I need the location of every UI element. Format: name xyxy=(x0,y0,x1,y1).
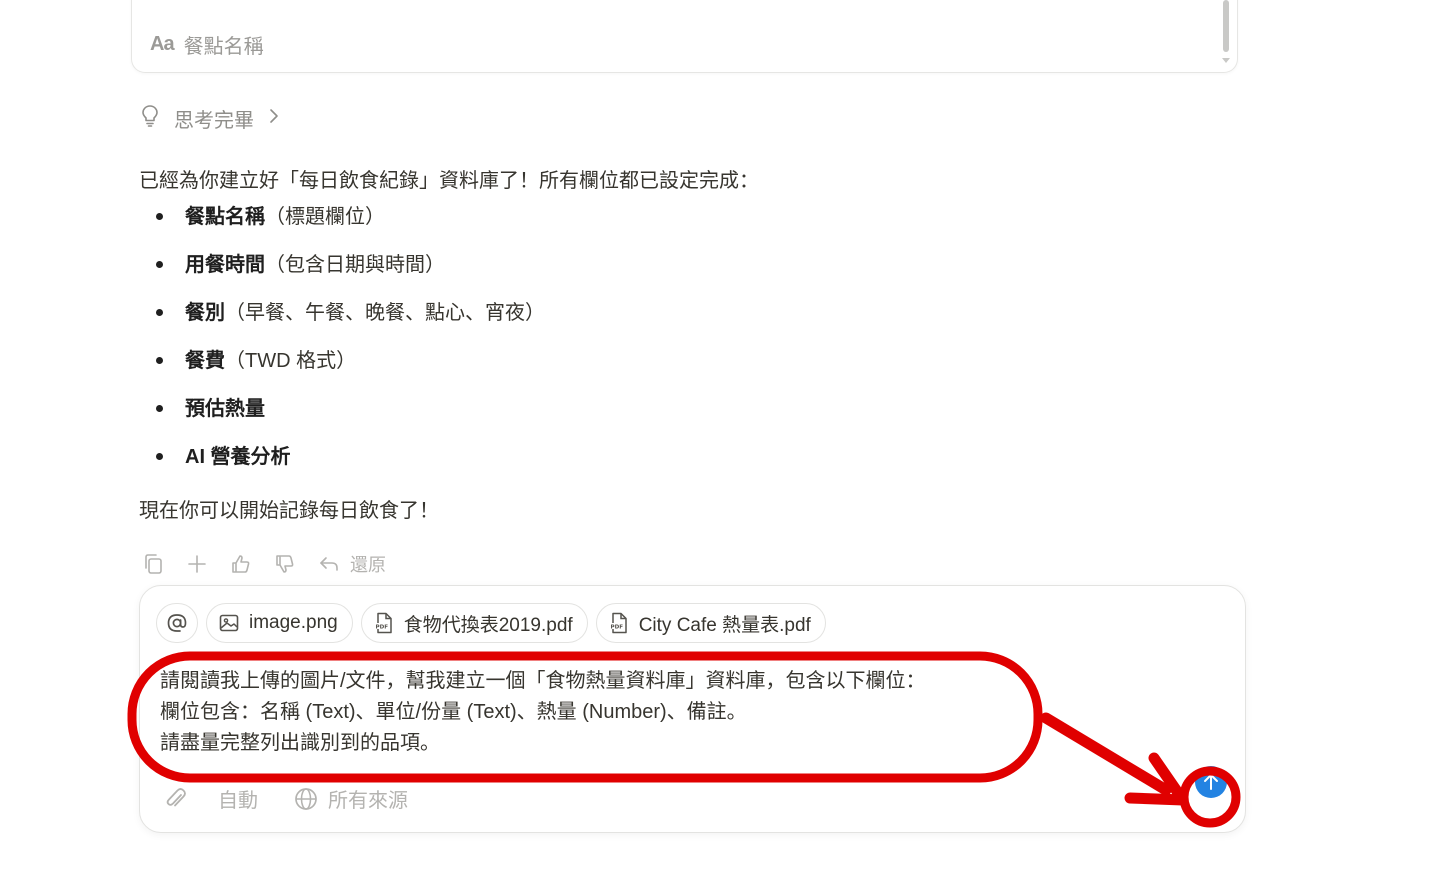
svg-text:PDF: PDF xyxy=(375,624,388,630)
chevron-right-icon xyxy=(268,107,280,130)
at-icon xyxy=(167,614,187,632)
lightbulb-icon xyxy=(140,104,160,133)
list-item: 預估熱量 xyxy=(156,394,1139,442)
scroll-down-arrow-icon[interactable] xyxy=(1222,58,1230,63)
add-button[interactable] xyxy=(186,553,208,575)
undo-button[interactable]: 還原 xyxy=(318,551,386,577)
undo-icon xyxy=(320,557,338,571)
message-actions: 還原 xyxy=(142,551,386,577)
field-name: 餐費 xyxy=(185,350,225,372)
assistant-reply: 已經為你建立好「每日飲食紀錄」資料庫了！所有欄位都已設定完成： 餐點名稱（標題欄… xyxy=(139,166,1139,526)
field-name: 餐點名稱 xyxy=(185,206,265,228)
attachment-chip[interactable]: PDF City Cafe 熱量表.pdf xyxy=(595,603,826,643)
svg-text:PDF: PDF xyxy=(610,624,623,630)
field-desc: （早餐、午餐、晚餐、點心、宵夜） xyxy=(225,302,545,324)
property-card: Aa 餐點名稱 xyxy=(131,0,1238,73)
chat-composer: image.png PDF 食物代換表2019.pdf PDF City Caf… xyxy=(139,585,1246,833)
property-row[interactable]: Aa 餐點名稱 xyxy=(150,30,264,59)
thumbs-down-icon xyxy=(276,555,294,573)
field-name: 用餐時間 xyxy=(185,254,265,276)
field-desc: （TWD 格式） xyxy=(225,350,357,372)
attachment-name: City Cafe 熱量表.pdf xyxy=(638,614,811,636)
image-icon xyxy=(219,614,239,632)
mention-button[interactable] xyxy=(156,603,198,643)
thumbs-down-button[interactable] xyxy=(274,553,296,575)
prompt-line: 請盡量完整列出識別到的品項。 xyxy=(160,732,440,754)
copy-icon xyxy=(145,554,162,574)
arrow-up-icon xyxy=(1204,774,1218,790)
text-property-icon: Aa xyxy=(150,33,175,55)
list-item: 餐點名稱（標題欄位） xyxy=(156,202,1139,250)
paperclip-icon xyxy=(166,787,186,806)
thumbs-up-button[interactable] xyxy=(230,553,252,575)
list-item: 餐費（TWD 格式） xyxy=(156,346,1139,394)
field-name: AI 營養分析 xyxy=(185,446,291,468)
attachment-chips: image.png PDF 食物代換表2019.pdf PDF City Caf… xyxy=(156,603,826,643)
globe-icon xyxy=(295,787,317,810)
prompt-line: 欄位包含：名稱 (Text)、單位/份量 (Text)、熱量 (Number)、… xyxy=(160,701,747,723)
field-name: 預估熱量 xyxy=(185,398,265,420)
list-item: 餐別（早餐、午餐、晚餐、點心、宵夜） xyxy=(156,298,1139,346)
property-label: 餐點名稱 xyxy=(183,36,264,58)
reply-intro: 已經為你建立好「每日飲食紀錄」資料庫了！所有欄位都已設定完成： xyxy=(139,170,759,192)
attachment-chip[interactable]: PDF 食物代換表2019.pdf xyxy=(360,603,588,643)
attach-button[interactable] xyxy=(164,786,188,812)
thinking-label: 思考完畢 xyxy=(174,110,254,132)
attachment-chip[interactable]: image.png xyxy=(206,603,353,643)
undo-label: 還原 xyxy=(350,555,386,575)
pdf-icon: PDF xyxy=(374,612,392,634)
field-name: 餐別 xyxy=(185,302,225,324)
attachment-name: 食物代換表2019.pdf xyxy=(403,614,573,636)
list-item: 用餐時間（包含日期與時間） xyxy=(156,250,1139,298)
prompt-line: 請閱讀我上傳的圖片/文件，幫我建立一個「食物熱量資料庫」資料庫，包含以下欄位： xyxy=(160,670,926,692)
reply-outro: 現在你可以開始記錄每日飲食了！ xyxy=(139,500,439,522)
sources-label: 所有來源 xyxy=(328,790,408,812)
field-list: 餐點名稱（標題欄位） 用餐時間（包含日期與時間） 餐別（早餐、午餐、晚餐、點心、… xyxy=(139,202,1139,490)
mode-selector[interactable]: 自動 xyxy=(218,784,258,813)
send-button[interactable] xyxy=(1195,766,1227,798)
thinking-toggle[interactable]: 思考完畢 xyxy=(140,104,280,133)
scrollbar-thumb[interactable] xyxy=(1223,0,1229,52)
field-desc: （標題欄位） xyxy=(265,206,385,228)
plus-icon xyxy=(188,555,206,573)
sources-selector[interactable]: 所有來源 xyxy=(294,784,408,813)
prompt-input[interactable]: 請閱讀我上傳的圖片/文件，幫我建立一個「食物熱量資料庫」資料庫，包含以下欄位： … xyxy=(160,666,926,759)
copy-button[interactable] xyxy=(142,552,164,576)
list-item: AI 營養分析 xyxy=(156,442,1139,490)
pdf-icon: PDF xyxy=(609,612,627,634)
thumbs-up-icon xyxy=(232,555,250,573)
field-desc: （包含日期與時間） xyxy=(265,254,445,276)
composer-toolbar: 自動 所有來源 xyxy=(164,784,408,813)
attachment-name: image.png xyxy=(249,612,338,633)
